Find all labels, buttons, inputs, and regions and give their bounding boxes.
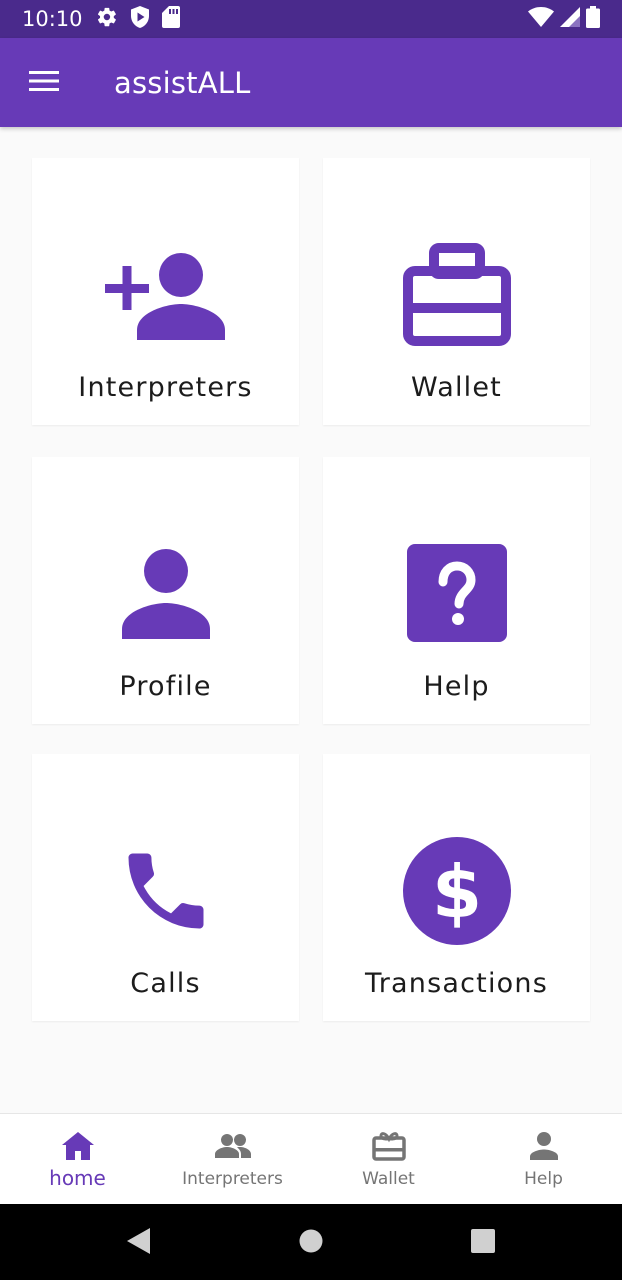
status-icons-right xyxy=(528,5,600,33)
person-icon xyxy=(32,539,299,649)
person-icon xyxy=(466,1130,621,1162)
svg-text:$: $ xyxy=(431,850,481,934)
phone-icon xyxy=(32,836,299,946)
bottom-nav: home Interpreters Wallet Help xyxy=(0,1113,622,1205)
tile-transactions[interactable]: $ Transactions xyxy=(323,754,590,1021)
tile-calls[interactable]: Calls xyxy=(32,754,299,1021)
nav-label: Interpreters xyxy=(182,1169,283,1189)
status-icons-left xyxy=(96,5,180,33)
back-icon xyxy=(127,1227,151,1259)
nav-item-interpreters[interactable]: Interpreters xyxy=(155,1114,310,1205)
gift-card-icon xyxy=(311,1130,466,1162)
system-nav-bar xyxy=(0,1204,622,1280)
nav-item-help[interactable]: Help xyxy=(466,1114,621,1205)
app-bar: assistALL xyxy=(0,38,622,127)
tile-label: Help xyxy=(423,671,490,702)
wifi-icon xyxy=(528,6,554,32)
tile-label: Transactions xyxy=(365,968,548,999)
shield-play-icon xyxy=(130,5,150,33)
tile-help[interactable]: Help xyxy=(323,457,590,724)
dollar-icon: $ xyxy=(323,836,590,946)
signal-icon xyxy=(560,6,580,32)
add-person-icon xyxy=(32,240,299,350)
tile-profile[interactable]: Profile xyxy=(32,457,299,724)
hamburger-menu-icon xyxy=(29,70,59,96)
nav-label: Wallet xyxy=(362,1169,415,1189)
menu-button[interactable] xyxy=(22,64,66,102)
tile-label: Calls xyxy=(130,968,201,999)
status-bar: 10:10 xyxy=(0,0,622,38)
status-time: 10:10 xyxy=(22,7,83,31)
recents-button[interactable] xyxy=(466,1226,500,1260)
briefcase-icon xyxy=(323,240,590,350)
tile-label: Profile xyxy=(119,671,212,702)
tile-interpreters[interactable]: Interpreters xyxy=(32,158,299,425)
people-icon xyxy=(155,1130,310,1162)
battery-icon xyxy=(586,5,600,33)
recents-icon xyxy=(471,1228,495,1258)
back-button[interactable] xyxy=(122,1226,156,1260)
nav-label: Help xyxy=(524,1169,563,1189)
home-icon xyxy=(0,1130,155,1162)
home-system-button[interactable] xyxy=(294,1226,328,1260)
sd-card-icon xyxy=(162,5,180,33)
tile-wallet[interactable]: Wallet xyxy=(323,158,590,425)
settings-icon xyxy=(96,6,118,33)
home-circle-icon xyxy=(299,1229,323,1258)
nav-item-home[interactable]: home xyxy=(0,1114,155,1205)
tile-label: Wallet xyxy=(411,372,502,403)
nav-label: home xyxy=(49,1166,106,1190)
tile-label: Interpreters xyxy=(78,372,253,403)
nav-item-wallet[interactable]: Wallet xyxy=(311,1114,466,1205)
app-title: assistALL xyxy=(114,66,251,100)
help-icon xyxy=(323,539,590,649)
